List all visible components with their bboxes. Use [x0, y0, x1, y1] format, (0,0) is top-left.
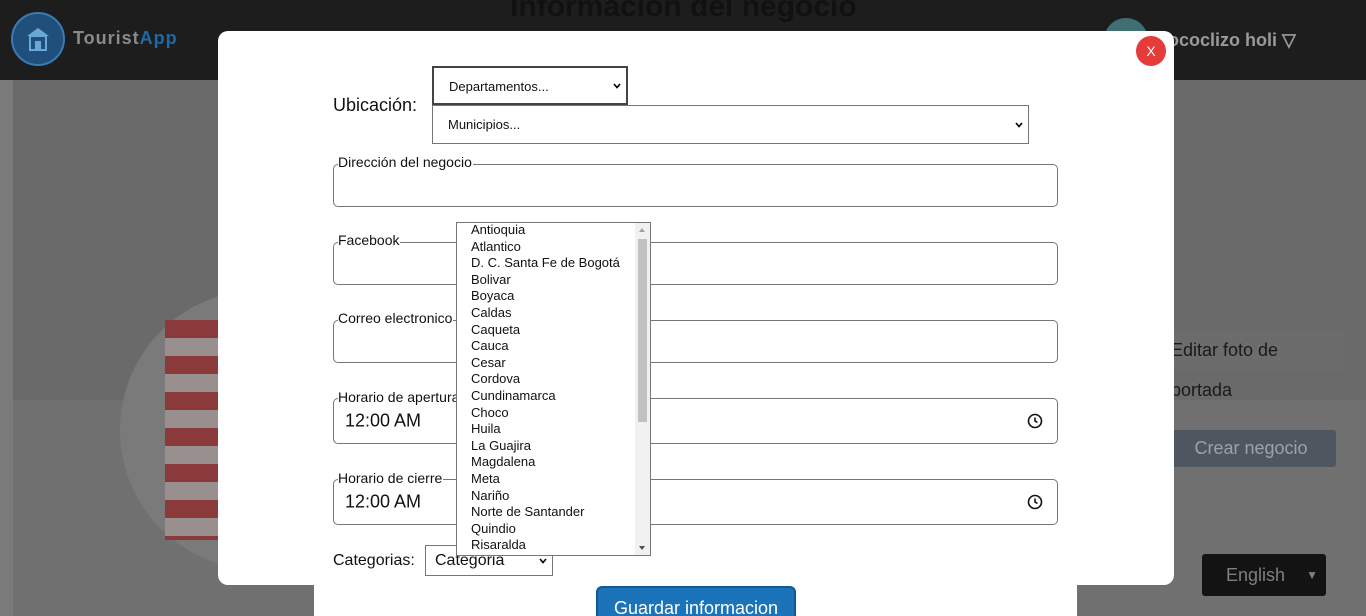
opening-time-label: Horario de apertura — [338, 389, 461, 405]
location-label: Ubicación: — [333, 95, 418, 115]
dropdown-option[interactable]: Risaralda — [471, 537, 526, 554]
dropdown-option[interactable]: Magdalena — [471, 454, 535, 471]
municipality-select-value: Municipios... — [448, 117, 521, 132]
dropdown-option[interactable]: Caldas — [471, 305, 511, 322]
page-title: Información del negocio — [510, 0, 857, 23]
dropdown-option[interactable]: Norte de Santander — [471, 504, 584, 521]
department-dropdown-list[interactable]: Antioquia Atlantico D. C. Santa Fe de Bogo… — [456, 222, 651, 556]
dropdown-option[interactable]: Caqueta — [471, 322, 520, 339]
email-label: Correo electronico — [338, 310, 454, 326]
dropdown-option[interactable]: Antioquia — [471, 223, 525, 239]
chevron-down-icon — [539, 557, 547, 564]
dropdown-option[interactable]: Cauca — [471, 338, 509, 355]
closing-time-label: Horario de cierre — [338, 470, 444, 486]
dropdown-option[interactable]: Huila — [471, 421, 501, 438]
clock-icon[interactable] — [1027, 494, 1043, 510]
chevron-down-icon — [613, 82, 621, 89]
dropdown-option[interactable]: Choco — [471, 405, 509, 422]
dropdown-option[interactable]: Quindio — [471, 521, 516, 538]
logo-icon[interactable] — [11, 12, 65, 66]
clock-icon[interactable] — [1027, 413, 1043, 429]
scroll-down-icon[interactable] — [639, 546, 645, 550]
user-menu[interactable]: sococlizo holi ▽ — [1158, 30, 1296, 51]
municipality-select[interactable]: Municipios... — [432, 105, 1029, 144]
facebook-label: Facebook — [338, 232, 401, 248]
dropdown-option[interactable]: Boyaca — [471, 288, 514, 305]
categories-label: Categorias: — [333, 552, 415, 569]
department-select-value: Departamentos... — [449, 79, 549, 94]
dropdown-scrollbar[interactable] — [635, 223, 650, 555]
email-input[interactable] — [333, 320, 1058, 363]
language-select[interactable]: English ▼ — [1202, 554, 1326, 596]
store-illustration — [165, 320, 225, 540]
dropdown-option[interactable]: Cordova — [471, 371, 520, 388]
opening-time-value: 12:00 AM — [345, 410, 422, 431]
dropdown-option[interactable]: Atlantico — [471, 239, 521, 256]
scroll-up-icon[interactable] — [639, 228, 645, 232]
chevron-down-icon — [1015, 121, 1023, 128]
dropdown-option[interactable]: Nariño — [471, 488, 509, 505]
save-button[interactable]: Guardar informacion — [596, 586, 796, 616]
dropdown-option[interactable]: La Guajira — [471, 438, 531, 455]
dropdown-option[interactable]: D. C. Santa Fe de Bogotá — [471, 255, 620, 272]
brand-name: TouristApp — [73, 28, 178, 48]
dropdown-option[interactable]: Cundinamarca — [471, 388, 556, 405]
address-input[interactable] — [333, 164, 1058, 207]
language-value: English — [1226, 565, 1286, 585]
close-button[interactable]: X — [1136, 36, 1166, 66]
edit-cover-button[interactable]: Editar foto de portada — [1164, 330, 1344, 400]
address-label: Dirección del negocio — [338, 154, 473, 170]
left-strip — [0, 80, 13, 616]
facebook-input[interactable] — [333, 242, 1058, 285]
create-business-button[interactable]: Crear negocio — [1166, 430, 1336, 467]
scrollbar-thumb[interactable] — [638, 239, 647, 422]
dropdown-option[interactable]: Meta — [471, 471, 500, 488]
department-select[interactable]: Departamentos... — [432, 66, 628, 105]
closing-time-value: 12:00 AM — [345, 491, 422, 512]
dropdown-option[interactable]: Cesar — [471, 355, 506, 372]
dropdown-option[interactable]: Bolivar — [471, 272, 511, 289]
chevron-down-icon: ▼ — [1306, 568, 1318, 582]
